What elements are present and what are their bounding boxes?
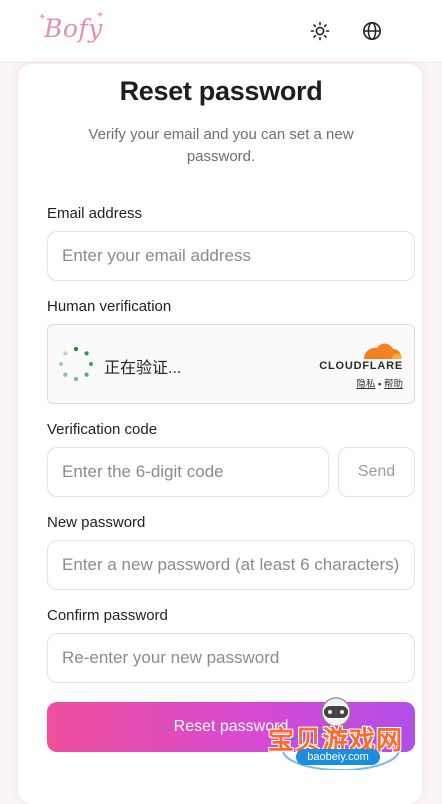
page-subtitle: Verify your email and you can set a new … [88, 126, 354, 165]
verification-code-label: Verification code [47, 421, 158, 438]
captcha-status-text: 正在验证... [104, 360, 182, 377]
watermark-url: baobeiy.com [296, 749, 380, 765]
sun-icon [310, 21, 330, 41]
globe-icon [363, 22, 381, 40]
email-label: Email address [47, 205, 143, 222]
sparkle-icon: ✦ [96, 10, 105, 21]
human-verification-label: Human verification [47, 298, 172, 315]
language-button[interactable] [357, 16, 387, 46]
new-password-input[interactable]: Enter a new password (at least 6 charact… [47, 540, 415, 590]
verification-code-input[interactable]: Enter the 6-digit code [47, 447, 329, 497]
bofy-logo[interactable]: Bofy ✦ ✦ [38, 10, 104, 43]
theme-toggle-button[interactable] [305, 16, 335, 46]
confirm-password-placeholder: Re-enter your new password [62, 648, 280, 667]
privacy-link[interactable]: 隐私 [356, 379, 375, 390]
logo-text: Bofy [44, 14, 103, 43]
confirm-password-label: Confirm password [47, 607, 168, 624]
link-separator: • [378, 379, 382, 390]
captcha-links: 隐私 • 帮助 [356, 376, 403, 390]
top-bar: Bofy ✦ ✦ [0, 0, 442, 63]
email-placeholder: Enter your email address [62, 246, 251, 265]
sparkle-icon: ✦ [38, 12, 47, 23]
cloudflare-captcha-widget[interactable]: 正在验证... CLOUDFLARE 隐私 • 帮助 [47, 324, 415, 404]
verification-code-placeholder: Enter the 6-digit code [62, 462, 224, 481]
email-input[interactable]: Enter your email address [47, 231, 415, 281]
page-title: Reset password [119, 76, 323, 106]
loading-spinner-icon [58, 346, 94, 382]
confirm-password-input[interactable]: Re-enter your new password [47, 633, 415, 683]
send-code-label: Send [357, 463, 396, 480]
cloudflare-wordmark: CLOUDFLARE [319, 360, 403, 372]
new-password-label: New password [47, 514, 146, 531]
help-link[interactable]: 帮助 [384, 379, 403, 390]
new-password-placeholder: Enter a new password (at least 6 charact… [62, 555, 400, 574]
send-code-button[interactable]: Send [338, 447, 415, 497]
